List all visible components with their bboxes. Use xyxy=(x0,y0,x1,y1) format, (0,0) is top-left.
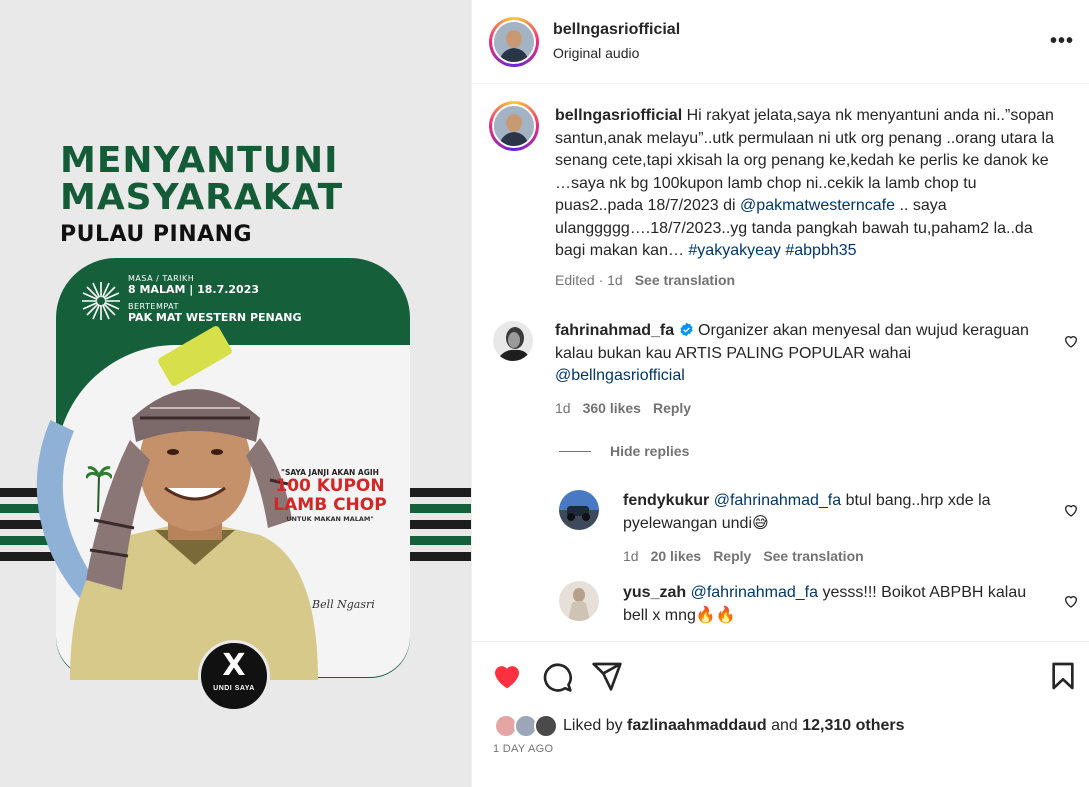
see-translation-button[interactable]: See translation xyxy=(635,272,735,288)
comment-time: 1d xyxy=(555,400,571,416)
reply-likes[interactable]: 20 likes xyxy=(651,548,702,564)
share-icon[interactable] xyxy=(591,660,623,692)
likes-count[interactable]: 12,310 others xyxy=(802,717,904,734)
reply-button[interactable]: Reply xyxy=(653,400,691,416)
caption-mention[interactable]: @pakmatwesterncafe xyxy=(740,197,895,214)
hashtag-link[interactable]: #abpbh35 xyxy=(785,242,856,259)
post-actions: Liked by fazlinaahmaddaud and 12,310 oth… xyxy=(472,641,1089,787)
hide-replies-line xyxy=(559,451,591,452)
comment-body: fahrinahmad_fa Organizer akan menyesal d… xyxy=(555,320,1035,388)
caption-meta: Edited · 1d See translation xyxy=(555,272,735,288)
reply-like-heart-icon[interactable] xyxy=(1063,593,1079,609)
post-side-panel: bellngasriofficial Original audio ••• be… xyxy=(471,0,1089,787)
reply-mention[interactable]: @fahrinahmad_fa xyxy=(691,584,818,601)
bookmark-icon[interactable] xyxy=(1047,660,1079,692)
poster-subtitle: PULAU PINANG xyxy=(60,222,253,247)
author-avatar[interactable] xyxy=(489,17,539,67)
post-media[interactable]: MENYANTUNI MASYARAKAT PULAU PINANG MASA … xyxy=(0,0,471,787)
likes-prefix: Liked by xyxy=(563,717,628,734)
post-time[interactable]: 1 DAY AGO xyxy=(493,743,553,755)
reply-body: yus_zah @fahrinahmad_fa yesss!!! Boikot … xyxy=(623,582,1043,627)
verified-badge-icon xyxy=(679,322,693,337)
instagram-post-view: MENYANTUNI MASYARAKAT PULAU PINANG MASA … xyxy=(0,0,1089,787)
comments-section[interactable]: bellngasriofficial Hi rakyat jelata,saya… xyxy=(472,85,1089,641)
comment-like-heart-icon[interactable] xyxy=(1063,333,1079,349)
liker-username[interactable]: fazlinaahmaddaud xyxy=(627,717,767,734)
poster-title: MENYANTUNI MASYARAKAT xyxy=(60,140,344,218)
sunburst-icon xyxy=(82,282,120,320)
reply-avatar[interactable] xyxy=(559,581,599,621)
hide-replies-button[interactable]: Hide replies xyxy=(610,443,689,459)
edited-time: Edited · 1d xyxy=(555,272,623,288)
poster-signature: Bell Ngasri xyxy=(312,598,375,611)
caption-avatar[interactable] xyxy=(489,101,539,151)
caption-username[interactable]: bellngasriofficial xyxy=(555,107,682,124)
heart-icon[interactable] xyxy=(491,660,523,692)
reply-username[interactable]: fendykukur xyxy=(623,492,709,509)
reply-like-heart-icon[interactable] xyxy=(1063,502,1079,518)
reply-username[interactable]: yus_zah xyxy=(623,584,686,601)
reply-avatar[interactable] xyxy=(559,490,599,530)
liker-avatar xyxy=(534,714,558,738)
author-username[interactable]: bellngasriofficial xyxy=(553,21,680,39)
commenter-avatar[interactable] xyxy=(493,321,533,361)
reply-meta: 1d 20 likes Reply See translation xyxy=(623,548,864,564)
poster-event-info: MASA / TARIKH 8 MALAM | 18.7.2023 BERTEM… xyxy=(128,274,302,324)
more-icon[interactable]: ••• xyxy=(1050,30,1074,53)
poster-quote: "SAYA JANJI AKAN AGIH 100 KUPON LAMB CHO… xyxy=(273,468,387,523)
post-header: bellngasriofficial Original audio ••• xyxy=(472,0,1089,84)
reply-time: 1d xyxy=(623,548,639,564)
likes-and: and xyxy=(766,717,803,734)
likes-summary: Liked by fazlinaahmaddaud and 12,310 oth… xyxy=(563,717,905,735)
post-caption: bellngasriofficial Hi rakyat jelata,saya… xyxy=(555,105,1065,263)
comment-likes[interactable]: 360 likes xyxy=(583,400,641,416)
vote-badge: X UNDI SAYA xyxy=(198,640,270,712)
reply-mention[interactable]: @fahrinahmad_fa xyxy=(714,492,841,509)
hashtag-link[interactable]: #yakyakyeay xyxy=(688,242,781,259)
see-translation-button[interactable]: See translation xyxy=(763,548,863,564)
comment-mention[interactable]: @bellngasriofficial xyxy=(555,367,685,384)
comment-username[interactable]: fahrinahmad_fa xyxy=(555,322,674,339)
comment-icon[interactable] xyxy=(541,661,573,693)
reply-button[interactable]: Reply xyxy=(713,548,751,564)
reply-body: fendykukur @fahrinahmad_fa btul bang..hr… xyxy=(623,490,1043,535)
comment-meta: 1d 360 likes Reply xyxy=(555,400,691,416)
audio-label[interactable]: Original audio xyxy=(553,45,639,61)
